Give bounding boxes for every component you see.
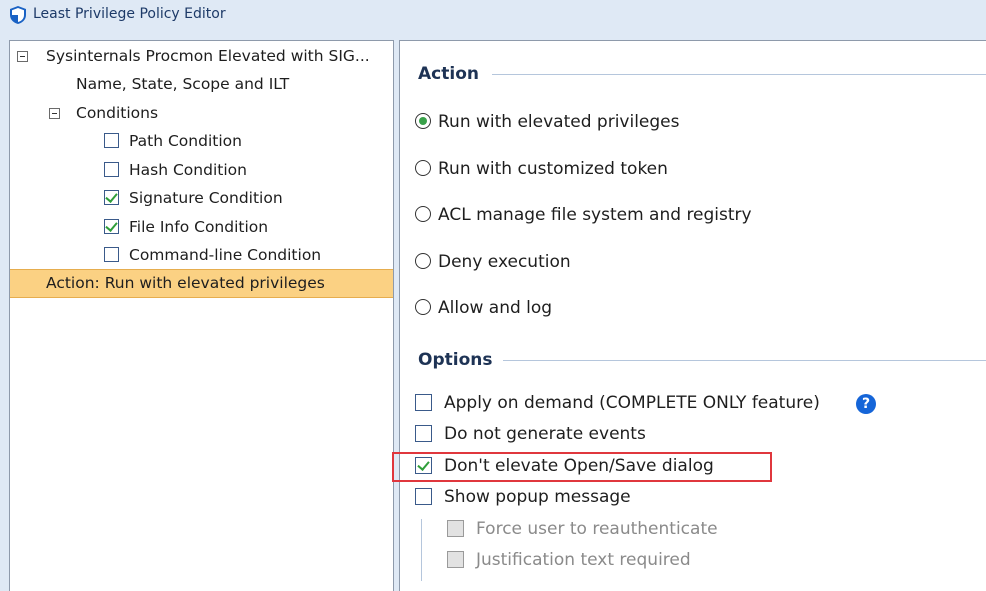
check-icon	[105, 190, 118, 203]
tree-node-signature-condition[interactable]: Signature Condition	[10, 184, 393, 212]
option-checkbox-disabled	[447, 551, 464, 568]
window-title: Least Privilege Policy Editor	[33, 6, 226, 22]
option-label: Justification text required	[476, 550, 691, 570]
option-checkbox-disabled	[447, 520, 464, 537]
tree-node-label: Sysinternals Procmon Elevated with SIG..…	[46, 47, 370, 65]
option-label: Force user to reauthenticate	[476, 519, 718, 539]
condition-checkbox[interactable]	[104, 219, 119, 234]
condition-checkbox[interactable]	[104, 247, 119, 262]
tree-node-name-state[interactable]: Name, State, Scope and ILT	[10, 70, 393, 98]
collapse-icon[interactable]	[49, 108, 60, 119]
condition-checkbox[interactable]	[104, 190, 119, 205]
radio-button[interactable]	[415, 113, 431, 129]
question-mark-icon[interactable]: ?	[856, 394, 876, 414]
condition-checkbox[interactable]	[104, 133, 119, 148]
check-icon	[105, 219, 118, 232]
condition-checkbox[interactable]	[104, 162, 119, 177]
options-group-header: Options	[418, 350, 493, 370]
highlight-annotation	[392, 452, 772, 482]
option-label: Apply on demand (COMPLETE ONLY feature)	[444, 393, 820, 413]
tree-node-label: Conditions	[76, 104, 159, 122]
group-divider	[492, 74, 986, 75]
tree-node-label: File Info Condition	[129, 218, 269, 236]
option-checkbox[interactable]	[415, 488, 432, 505]
radio-label: Deny execution	[438, 252, 571, 272]
tree-node-label: Action: Run with elevated privileges	[46, 274, 325, 292]
radio-label: ACL manage file system and registry	[438, 205, 752, 225]
title-bar: Least Privilege Policy Editor	[0, 0, 986, 34]
radio-button[interactable]	[415, 253, 431, 269]
tree-node-label: Path Condition	[129, 132, 242, 150]
tree-node-root[interactable]: Sysinternals Procmon Elevated with SIG..…	[10, 42, 393, 70]
option-label: Do not generate events	[444, 424, 646, 444]
option-label: Show popup message	[444, 487, 631, 507]
tree-node-action[interactable]: Action: Run with elevated privileges	[10, 269, 393, 298]
tree-node-label: Hash Condition	[129, 161, 247, 179]
tree-node-fileinfo-condition[interactable]: File Info Condition	[10, 213, 393, 241]
radio-selected-icon	[419, 117, 427, 125]
option-checkbox[interactable]	[415, 425, 432, 442]
action-group-header: Action	[418, 64, 479, 84]
tree-node-label: Name, State, Scope and ILT	[76, 75, 290, 93]
policy-tree-panel: Sysinternals Procmon Elevated with SIG..…	[9, 40, 394, 591]
radio-button[interactable]	[415, 160, 431, 176]
suboption-guide-line	[421, 519, 422, 581]
tree-node-conditions[interactable]: Conditions	[10, 99, 393, 127]
tree-node-commandline-condition[interactable]: Command-line Condition	[10, 241, 393, 269]
tree-node-path-condition[interactable]: Path Condition	[10, 127, 393, 155]
option-checkbox[interactable]	[415, 394, 432, 411]
tree-node-label: Signature Condition	[129, 189, 283, 207]
radio-button[interactable]	[415, 299, 431, 315]
radio-label: Allow and log	[438, 298, 553, 318]
group-divider	[503, 360, 986, 361]
radio-label: Run with elevated privileges	[438, 112, 680, 132]
collapse-icon[interactable]	[17, 51, 28, 62]
radio-label: Run with customized token	[438, 159, 668, 179]
tree-node-hash-condition[interactable]: Hash Condition	[10, 156, 393, 184]
radio-button[interactable]	[415, 206, 431, 222]
shield-icon	[10, 6, 26, 24]
tree-node-label: Command-line Condition	[129, 246, 322, 264]
